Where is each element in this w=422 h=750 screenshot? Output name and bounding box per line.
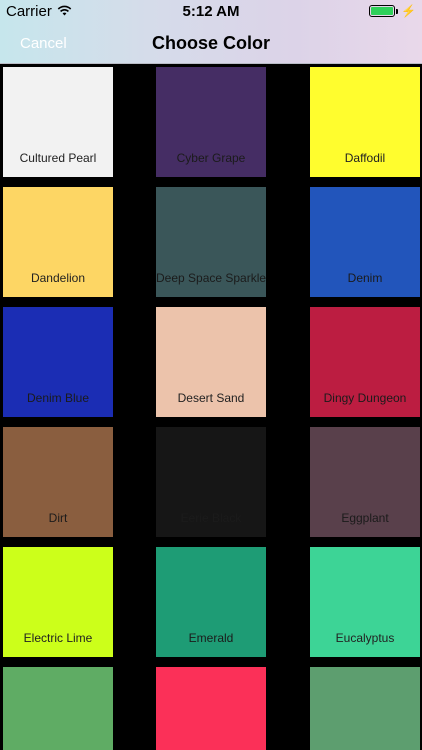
color-name-label: Dingy Dungeon xyxy=(323,391,407,405)
color-name-label: Eucalyptus xyxy=(335,631,395,645)
color-swatch[interactable]: Eucalyptus xyxy=(310,547,420,657)
color-name-label: Eerie Black xyxy=(180,511,242,525)
battery-icon xyxy=(369,5,396,17)
color-swatch[interactable]: Dingy Dungeon xyxy=(310,307,420,417)
page-title: Choose Color xyxy=(151,33,270,53)
color-swatch[interactable] xyxy=(156,667,266,750)
charging-bolt-icon: ⚡ xyxy=(401,4,416,18)
color-swatch[interactable] xyxy=(310,667,420,750)
color-name-label: Electric Lime xyxy=(23,631,93,645)
color-name-label: Dandelion xyxy=(30,271,86,285)
color-swatch[interactable]: Emerald xyxy=(156,547,266,657)
color-swatch[interactable]: Denim Blue xyxy=(3,307,113,417)
color-swatch[interactable]: Cyber Grape xyxy=(156,67,266,177)
color-name-label: Denim xyxy=(347,271,383,285)
color-swatch[interactable] xyxy=(3,667,113,750)
color-name-label: Daffodil xyxy=(344,151,386,165)
color-swatch[interactable]: Electric Lime xyxy=(3,547,113,657)
color-name-label: Desert Sand xyxy=(177,391,245,405)
battery-tip xyxy=(396,8,399,14)
battery-indicator: ⚡ xyxy=(369,5,416,17)
color-swatch[interactable]: Cultured Pearl xyxy=(3,67,113,177)
color-swatch[interactable]: Daffodil xyxy=(310,67,420,177)
navigation-header: Carrier 5:12 AM ⚡ Cancel Choose Color xyxy=(0,0,422,64)
color-name-label: Cyber Grape xyxy=(176,151,246,165)
status-time: 5:12 AM xyxy=(182,3,240,20)
color-grid: Cultured Pearl Cyber Grape Daffodil Dandeli… xyxy=(0,64,422,750)
color-name-label: Eggplant xyxy=(341,511,389,525)
color-swatch[interactable]: Eerie Black xyxy=(156,427,266,537)
color-swatch[interactable]: Dandelion xyxy=(3,187,113,297)
color-swatch[interactable]: Deep Space Sparkle xyxy=(156,187,266,297)
color-swatch[interactable]: Desert Sand xyxy=(156,307,266,417)
color-name-label: Emerald xyxy=(188,631,234,645)
navigation-bar: Cancel Choose Color xyxy=(0,22,422,64)
color-name-label: Cultured Pearl xyxy=(19,151,97,165)
color-swatch[interactable]: Dirt xyxy=(3,427,113,537)
color-name-label: Denim Blue xyxy=(26,391,90,405)
color-swatch[interactable]: Denim xyxy=(310,187,420,297)
status-bar: Carrier 5:12 AM ⚡ xyxy=(0,0,422,22)
color-name-label: Deep Space Sparkle xyxy=(156,271,267,285)
battery-level xyxy=(371,7,394,15)
color-name-label: Dirt xyxy=(48,511,68,525)
color-swatch[interactable]: Eggplant xyxy=(310,427,420,537)
